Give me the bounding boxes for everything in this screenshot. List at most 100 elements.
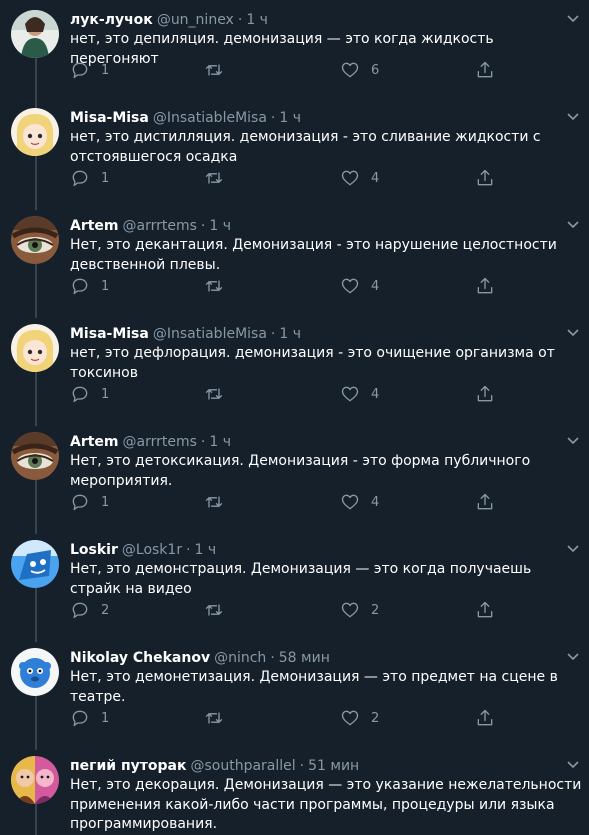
like-button[interactable]: 2 (340, 708, 379, 728)
author-name[interactable]: Artem (70, 434, 119, 450)
heart-icon (341, 62, 359, 78)
like-button[interactable]: 4 (340, 276, 379, 296)
timestamp[interactable]: 58 мин (279, 650, 330, 666)
author-handle[interactable]: @InsatiableMisa (153, 110, 267, 126)
reply-icon (72, 170, 88, 187)
chevron-down-icon[interactable] (565, 108, 581, 124)
reply-count: 1 (101, 170, 110, 186)
thread-line (35, 156, 37, 210)
reply-button[interactable]: 1 (70, 276, 109, 296)
timestamp[interactable]: 1 ч (209, 434, 231, 450)
tweet-text: Нет, это декорация. Демонизация — это ук… (70, 777, 582, 832)
like-button[interactable]: 2 (340, 600, 379, 620)
avatar[interactable] (11, 216, 59, 264)
chevron-down-icon[interactable] (565, 432, 581, 448)
like-button[interactable]: 4 (340, 384, 379, 404)
retweet-icon (205, 280, 223, 292)
tweet[interactable]: Loskir @Losk1r · 1 ч Нет, это демонстрация.… (0, 530, 589, 642)
reply-count: 1 (101, 278, 110, 294)
tweet[interactable]: Artem @arrrtems · 1 ч Нет, это детоксикация… (0, 422, 589, 534)
share-button[interactable] (475, 708, 495, 728)
avatar[interactable] (11, 108, 59, 156)
author-handle[interactable]: @un_ninex (157, 12, 234, 28)
timestamp[interactable]: 1 ч (279, 110, 301, 126)
thread-line (35, 696, 37, 750)
share-button[interactable] (475, 60, 495, 80)
tweet-actions: 1 6 (70, 60, 510, 80)
timestamp[interactable]: 1 ч (195, 542, 217, 558)
avatar[interactable] (11, 540, 59, 588)
avatar[interactable] (11, 648, 59, 696)
author-handle[interactable]: @arrrtems (123, 434, 197, 450)
like-count: 2 (371, 602, 380, 618)
separator-dot: · (186, 542, 191, 558)
retweet-button[interactable] (204, 60, 235, 80)
separator-dot: · (237, 12, 243, 28)
retweet-button[interactable] (204, 492, 235, 512)
tweet[interactable]: лук-лучок @un_ninex · 1 ч нет, это депиляци… (0, 0, 589, 112)
tweet[interactable]: Misa-Misa @InsatiableMisa · 1 ч нет, это де… (0, 314, 589, 426)
share-button[interactable] (475, 492, 495, 512)
timestamp[interactable]: 1 ч (246, 12, 268, 28)
tweet-text: нет, это дистилляция. демонизация - это … (70, 129, 541, 165)
retweet-button[interactable] (204, 384, 235, 404)
reply-button[interactable]: 2 (70, 600, 109, 620)
share-button[interactable] (475, 384, 495, 404)
tweet-text: Нет, это демонстрация. Демонизация — это… (70, 561, 532, 597)
chevron-down-icon[interactable] (565, 540, 581, 556)
avatar[interactable] (11, 432, 59, 480)
share-button[interactable] (475, 600, 495, 620)
avatar[interactable] (11, 324, 59, 372)
share-icon (477, 709, 493, 726)
retweet-button[interactable] (204, 168, 235, 188)
like-button[interactable]: 6 (340, 60, 379, 80)
share-button[interactable] (475, 168, 495, 188)
author-handle[interactable]: @arrrtems (123, 218, 197, 234)
reply-count: 1 (101, 62, 110, 78)
like-count: 4 (371, 278, 380, 294)
author-name[interactable]: Misa-Misa (70, 110, 149, 126)
heart-icon (341, 170, 359, 186)
retweet-button[interactable] (204, 708, 235, 728)
reply-button[interactable]: 1 (70, 60, 109, 80)
author-handle[interactable]: @southparallel (190, 758, 295, 774)
retweet-button[interactable] (204, 600, 235, 620)
tweet[interactable]: Misa-Misa @InsatiableMisa · 1 ч нет, это ди… (0, 68, 589, 210)
author-name[interactable]: Nikolay Chekanov (70, 650, 210, 666)
author-name[interactable]: Artem (70, 218, 119, 234)
timestamp[interactable]: 1 ч (209, 218, 231, 234)
author-name[interactable]: Loskir (70, 542, 118, 558)
author-handle[interactable]: @InsatiableMisa (153, 326, 267, 342)
chevron-down-icon[interactable] (565, 648, 581, 664)
reply-button[interactable]: 1 (70, 384, 109, 404)
chevron-down-icon[interactable] (565, 10, 581, 26)
avatar[interactable] (11, 756, 59, 804)
author-name[interactable]: лук-лучок (70, 12, 153, 28)
retweet-button[interactable] (204, 276, 235, 296)
timestamp[interactable]: 51 мин (308, 758, 359, 774)
heart-icon (341, 386, 359, 402)
reply-button[interactable]: 1 (70, 708, 109, 728)
author-name[interactable]: пегий путорак (70, 758, 186, 774)
author-handle[interactable]: @Losk1r (122, 542, 182, 558)
avatar[interactable] (11, 10, 59, 58)
chevron-down-icon[interactable] (565, 756, 581, 772)
author-name[interactable]: Misa-Misa (70, 326, 149, 342)
like-button[interactable]: 4 (340, 492, 379, 512)
share-icon (477, 169, 493, 186)
chevron-down-icon[interactable] (565, 216, 581, 232)
tweet[interactable]: Artem @arrrtems · 1 ч Нет, это декантация. … (0, 206, 589, 318)
reply-button[interactable]: 1 (70, 492, 109, 512)
author-handle[interactable]: @ninch (214, 650, 266, 666)
like-count: 2 (371, 710, 380, 726)
heart-icon (341, 494, 359, 510)
like-button[interactable]: 4 (340, 168, 379, 188)
reply-icon (72, 710, 88, 727)
reply-button[interactable]: 1 (70, 168, 109, 188)
tweet[interactable]: Nikolay Chekanov @ninch · 58 мин Нет, это д… (0, 638, 589, 750)
share-button[interactable] (475, 276, 495, 296)
timestamp[interactable]: 1 ч (279, 326, 301, 342)
chevron-down-icon[interactable] (565, 324, 581, 340)
tweet[interactable]: пегий путорак @southparallel · 51 мин Нет, … (0, 746, 589, 835)
share-icon (477, 601, 493, 618)
